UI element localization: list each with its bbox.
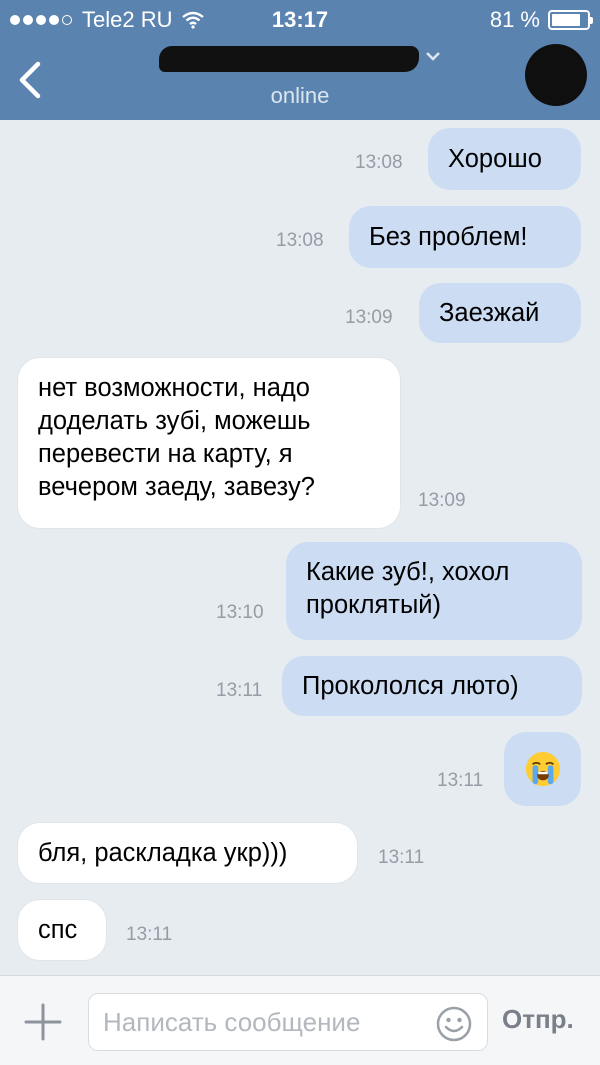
message-bubble-outgoing[interactable] <box>504 732 581 806</box>
message-time: 13:11 <box>216 680 263 701</box>
status-bar: Tele2 RU 13:17 81 % <box>0 0 600 40</box>
chat-header: Tele2 RU 13:17 81 % online <box>0 0 600 120</box>
message-text: Заезжай <box>439 298 540 327</box>
message-text: спс <box>38 915 78 944</box>
message-bubble-incoming[interactable]: спс <box>18 900 106 960</box>
message-bubble-incoming[interactable]: нет возможности, надо доделать зубі, мож… <box>18 358 400 528</box>
message-time: 13:09 <box>418 490 466 511</box>
battery-icon <box>548 10 593 30</box>
emoji-button[interactable] <box>436 1006 472 1042</box>
avatar[interactable] <box>525 44 587 106</box>
message-time: 13:09 <box>345 307 393 328</box>
smile-icon <box>436 1006 472 1042</box>
message-composer: Отпр. <box>0 975 600 1065</box>
loudly-crying-face-icon <box>525 751 560 787</box>
message-text: бля, раскладка укр))) <box>38 838 288 867</box>
message-line: перевести на карту, я <box>38 440 293 468</box>
message-bubble-outgoing[interactable]: Прокололся люто) <box>282 656 582 716</box>
message-line: вечером заеду, завезу? <box>38 473 315 501</box>
message-line: нет возможности, надо <box>38 374 310 402</box>
message-line: доделать зубі, можешь <box>38 407 311 435</box>
message-time: 13:10 <box>216 602 264 623</box>
contact-name-redacted <box>159 46 419 72</box>
message-line: Какие зуб!, хохол <box>306 558 510 586</box>
chevron-left-icon <box>19 61 41 99</box>
message-time: 13:08 <box>276 230 324 251</box>
presence-status: online <box>270 83 330 108</box>
back-button[interactable] <box>8 52 52 108</box>
message-bubble-outgoing[interactable]: Хорошо <box>428 128 581 190</box>
attach-button[interactable] <box>22 1001 64 1043</box>
message-time: 13:08 <box>355 152 403 173</box>
plus-icon <box>24 1003 62 1041</box>
message-time: 13:11 <box>437 770 484 791</box>
battery-percent: 81 % <box>489 7 540 32</box>
message-text: Прокололся люто) <box>302 671 519 700</box>
message-text: Без проблем! <box>369 222 528 251</box>
message-time: 13:11 <box>126 924 173 945</box>
message-bubble-outgoing[interactable]: Заезжай <box>419 283 581 343</box>
chat-title[interactable]: online <box>140 46 460 109</box>
status-right: 81 % <box>489 7 593 33</box>
message-input[interactable] <box>88 993 488 1051</box>
chevron-down-icon <box>426 52 440 61</box>
message-bubble-outgoing[interactable]: Без проблем! <box>349 206 581 268</box>
message-line: проклятый) <box>306 591 442 619</box>
send-button[interactable]: Отпр. <box>502 1004 574 1035</box>
message-time: 13:11 <box>378 847 425 868</box>
message-bubble-incoming[interactable]: бля, раскладка укр))) <box>18 823 357 883</box>
message-text: Хорошо <box>448 144 542 173</box>
message-bubble-outgoing[interactable]: Какие зуб!, хохол проклятый) <box>286 542 582 640</box>
